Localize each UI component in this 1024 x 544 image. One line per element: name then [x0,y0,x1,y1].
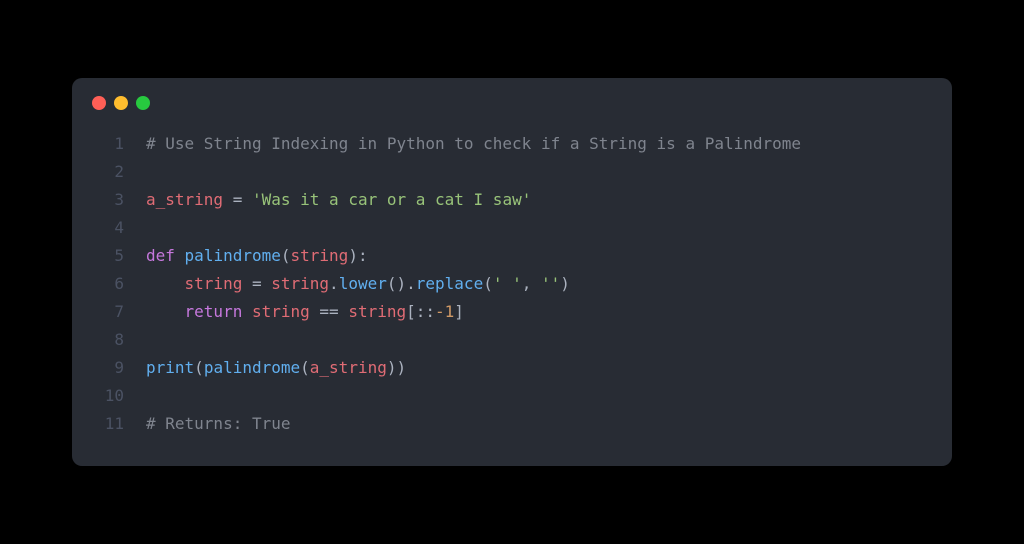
code-line: 1 # Use String Indexing in Python to chec… [96,130,928,158]
code-content: return string == string[::-1] [146,298,464,326]
code-content [146,382,156,410]
code-content: def palindrome(string): [146,242,368,270]
line-number: 8 [96,326,124,354]
code-line: 5 def palindrome(string): [96,242,928,270]
close-icon[interactable] [92,96,106,110]
code-window: 1 # Use String Indexing in Python to chec… [72,78,952,466]
line-number: 11 [96,410,124,438]
line-number: 6 [96,270,124,298]
line-number: 9 [96,354,124,382]
code-content [146,214,156,242]
line-number: 3 [96,186,124,214]
code-content [146,326,156,354]
code-content: # Returns: True [146,410,291,438]
code-line: 2 [96,158,928,186]
code-content [146,158,156,186]
code-content: print(palindrome(a_string)) [146,354,406,382]
line-number: 2 [96,158,124,186]
code-line: 9 print(palindrome(a_string)) [96,354,928,382]
line-number: 10 [96,382,124,410]
code-line: 10 [96,382,928,410]
line-number: 1 [96,130,124,158]
code-line: 3 a_string = 'Was it a car or a cat I saw… [96,186,928,214]
minimize-icon[interactable] [114,96,128,110]
code-editor: 1 # Use String Indexing in Python to chec… [72,124,952,438]
code-line: 7 return string == string[::-1] [96,298,928,326]
line-number: 7 [96,298,124,326]
code-line: 6 string = string.lower().replace(' ', '… [96,270,928,298]
line-number: 5 [96,242,124,270]
code-line: 11 # Returns: True [96,410,928,438]
window-titlebar [72,78,952,124]
maximize-icon[interactable] [136,96,150,110]
code-content: a_string = 'Was it a car or a cat I saw' [146,186,531,214]
code-line: 8 [96,326,928,354]
line-number: 4 [96,214,124,242]
code-line: 4 [96,214,928,242]
code-content: # Use String Indexing in Python to check… [146,130,801,158]
code-content: string = string.lower().replace(' ', '') [146,270,570,298]
